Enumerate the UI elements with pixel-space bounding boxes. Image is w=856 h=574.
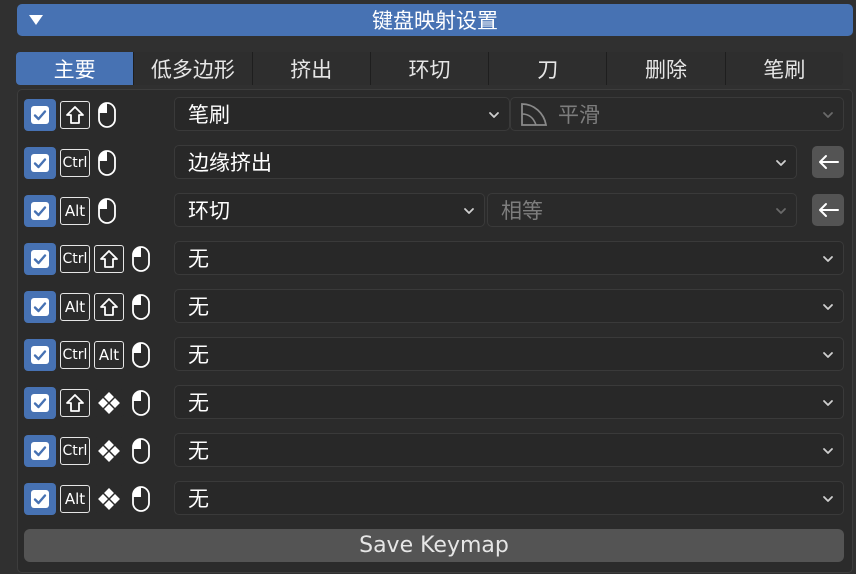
tab-knife[interactable]: 刀 [488,52,607,85]
ctrl-key-icon: Ctrl [60,245,90,273]
keymap-row: Ctrl 边缘挤出 [24,145,844,179]
checkmark-icon [33,492,47,506]
chevron-down-icon [774,156,788,170]
ctrl-key-icon: Ctrl [60,341,90,369]
chevron-down-icon [774,204,788,218]
tab-delete[interactable]: 删除 [606,52,725,85]
alt-key-icon: Alt [60,293,90,321]
secondary-dropdown[interactable]: 相等 [487,193,797,227]
smooth-falloff-icon [518,101,550,127]
action-dropdown[interactable]: 边缘挤出 [174,145,797,179]
tab-loop-cut[interactable]: 环切 [369,52,489,85]
enable-checkbox[interactable] [24,339,56,371]
enable-checkbox[interactable] [24,243,56,275]
keymap-row: Ctrl Alt 无 [24,337,844,371]
panel-title: 键盘映射设置 [372,9,498,33]
chevron-down-icon [821,300,835,314]
mouse-left-icon [96,101,118,129]
keymap-row: 无 [24,385,844,419]
tab-brush[interactable]: 笔刷 [724,52,843,85]
action-dropdown[interactable]: 无 [174,289,844,323]
back-arrow-button[interactable] [812,146,844,178]
keymap-row: Alt 无 [24,481,844,515]
enable-checkbox[interactable] [24,147,56,179]
checkmark-icon [33,396,47,410]
chevron-down-icon [821,108,835,122]
os-key-icon [94,389,124,417]
action-dropdown[interactable]: 笔刷 [174,97,510,131]
mouse-left-icon [96,149,118,177]
keymap-row: Alt 环切 相等 [24,193,844,227]
alt-key-icon: Alt [60,485,90,513]
tab-bar: 主要 低多边形 挤出 环切 刀 删除 笔刷 [16,52,843,85]
secondary-dropdown[interactable]: 平滑 [510,97,844,131]
checkmark-icon [33,348,47,362]
keymap-row: 笔刷 平滑 [24,97,844,131]
tab-low-poly[interactable]: 低多边形 [133,52,252,85]
keymap-row: Alt 无 [24,289,844,323]
mouse-left-icon [130,437,152,465]
enable-checkbox[interactable] [24,387,56,419]
checkmark-icon [33,252,47,266]
checkmark-icon [33,444,47,458]
chevron-down-icon [821,492,835,506]
action-dropdown[interactable]: 无 [174,481,844,515]
keymap-panel-header[interactable]: 键盘映射设置 [17,4,853,36]
enable-checkbox[interactable] [24,291,56,323]
tab-extrude[interactable]: 挤出 [251,52,370,85]
chevron-down-icon [821,444,835,458]
mouse-left-icon [130,293,152,321]
action-dropdown[interactable]: 无 [174,433,844,467]
arrow-left-icon [816,152,840,172]
shift-key-icon [60,101,90,129]
keymap-row: Ctrl 无 [24,433,844,467]
action-dropdown[interactable]: 无 [174,337,844,371]
shift-key-icon [94,293,124,321]
chevron-down-icon [821,348,835,362]
ctrl-key-icon: Ctrl [60,149,90,177]
checkmark-icon [33,204,47,218]
shift-key-icon [60,389,90,417]
checkmark-icon [33,300,47,314]
keymap-row: Ctrl 无 [24,241,844,275]
save-keymap-button[interactable]: Save Keymap [24,529,844,562]
back-arrow-button[interactable] [812,194,844,226]
enable-checkbox[interactable] [24,195,56,227]
checkmark-icon [33,156,47,170]
mouse-left-icon [130,245,152,273]
ctrl-key-icon: Ctrl [60,437,90,465]
checkmark-icon [33,108,47,122]
alt-key-icon: Alt [94,341,124,369]
mouse-left-icon [96,197,118,225]
action-dropdown[interactable]: 无 [174,241,844,275]
chevron-down-icon [487,108,501,122]
enable-checkbox[interactable] [24,483,56,515]
chevron-down-icon [462,204,476,218]
mouse-left-icon [130,485,152,513]
enable-checkbox[interactable] [24,435,56,467]
os-key-icon [94,437,124,465]
action-dropdown[interactable]: 无 [174,385,844,419]
action-dropdown[interactable]: 环切 [174,193,485,227]
tab-main[interactable]: 主要 [16,52,134,85]
mouse-left-icon [130,341,152,369]
shift-key-icon [94,245,124,273]
enable-checkbox[interactable] [24,99,56,131]
chevron-down-icon [821,252,835,266]
collapse-triangle-icon[interactable] [29,15,43,25]
alt-key-icon: Alt [60,197,90,225]
chevron-down-icon [821,396,835,410]
mouse-left-icon [130,389,152,417]
os-key-icon [94,485,124,513]
arrow-left-icon [816,200,840,220]
